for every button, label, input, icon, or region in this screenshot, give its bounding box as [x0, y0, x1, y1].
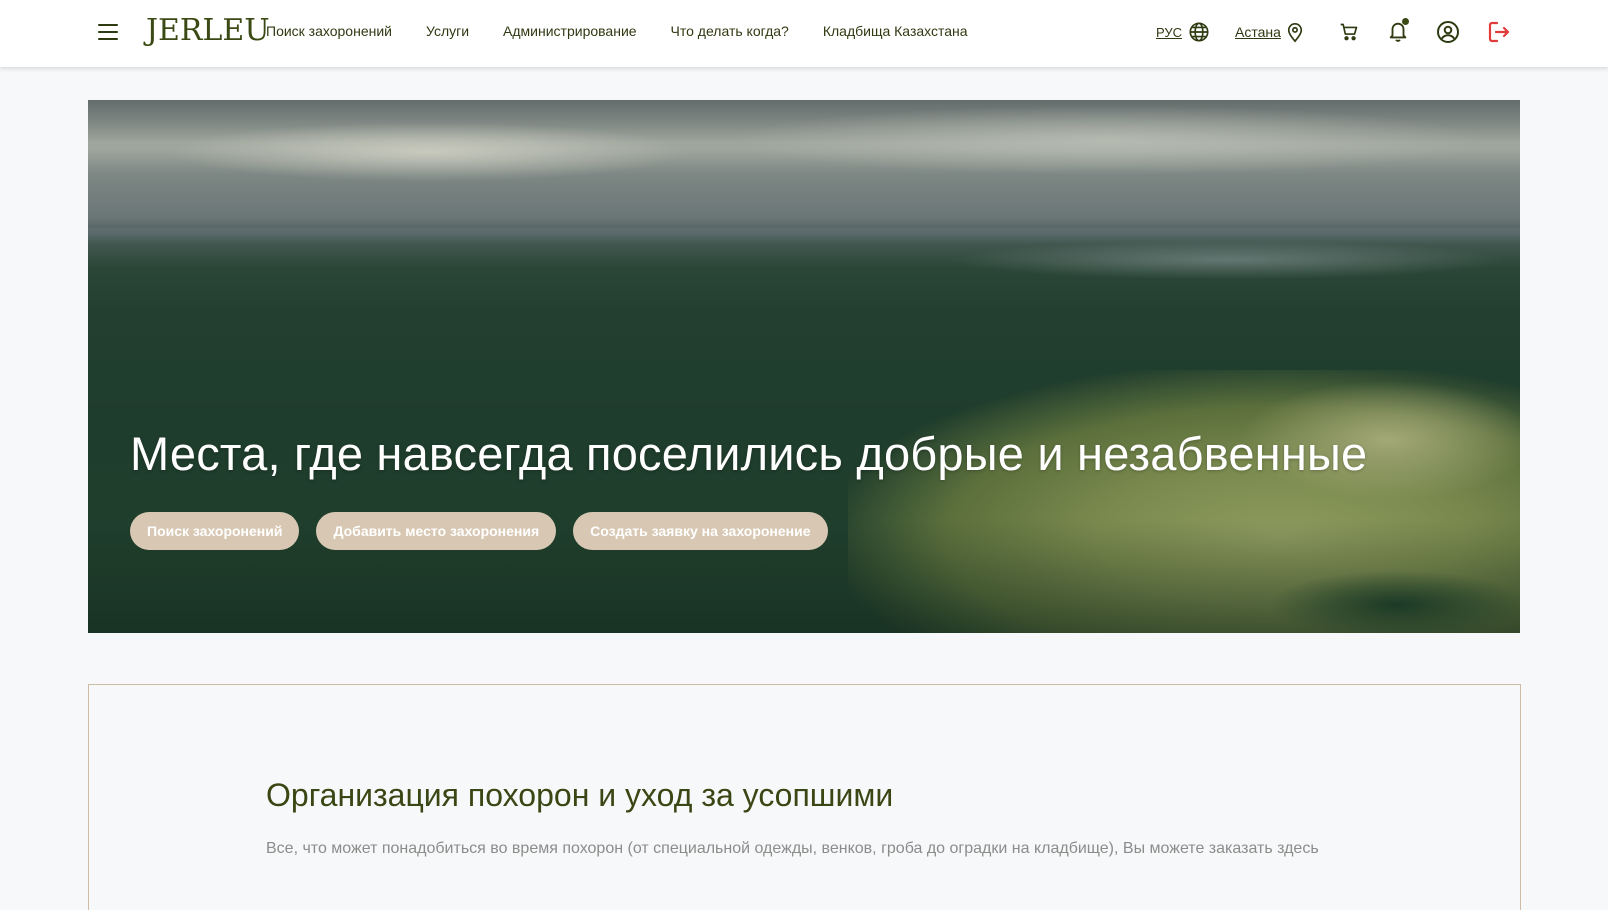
notification-dot	[1402, 18, 1409, 25]
search-burials-button[interactable]: Поиск захоронений	[130, 512, 300, 550]
nav-item-burial-search[interactable]: Поиск захоронений	[266, 23, 392, 39]
create-burial-request-button[interactable]: Создать заявку на захоронение	[573, 512, 828, 550]
language-selector[interactable]: РУС	[1156, 20, 1210, 44]
hero-title: Места, где навсегда поселились добрые и …	[130, 427, 1368, 480]
bell-icon[interactable]	[1386, 18, 1410, 44]
location-pin-icon	[1285, 21, 1305, 43]
city-label: Астана	[1235, 24, 1281, 40]
shopping-cart-icon[interactable]	[1337, 20, 1361, 44]
nav-item-cemeteries[interactable]: Кладбища Казахстана	[823, 23, 968, 39]
section-description: Все, что может понадобиться во время пох…	[266, 840, 1319, 857]
hero-actions: Поиск захоронений Добавить место захорон…	[130, 512, 828, 550]
logout-icon[interactable]	[1487, 20, 1511, 44]
hero-banner: Места, где навсегда поселились добрые и …	[88, 100, 1520, 633]
main-nav: Поиск захоронений Услуги Администрирован…	[266, 0, 1002, 62]
nav-item-what-to-do[interactable]: Что делать когда?	[671, 23, 789, 39]
globe-icon	[1188, 21, 1210, 43]
funeral-services-card: Организация похорон и уход за усопшими В…	[88, 684, 1521, 910]
section-title: Организация похорон и уход за усопшими	[266, 777, 894, 813]
add-burial-place-button[interactable]: Добавить место захоронения	[316, 512, 557, 550]
language-label: РУС	[1156, 24, 1183, 40]
nav-item-services[interactable]: Услуги	[426, 23, 469, 39]
nav-item-administration[interactable]: Администрирование	[503, 23, 637, 39]
city-selector[interactable]: Астана	[1235, 20, 1305, 44]
site-logo[interactable]: JERLEU	[146, 12, 270, 50]
hamburger-menu-icon[interactable]	[98, 24, 118, 40]
top-navigation-bar: JERLEU Поиск захоронений Услуги Админист…	[0, 0, 1608, 67]
user-circle-icon[interactable]	[1436, 20, 1460, 44]
